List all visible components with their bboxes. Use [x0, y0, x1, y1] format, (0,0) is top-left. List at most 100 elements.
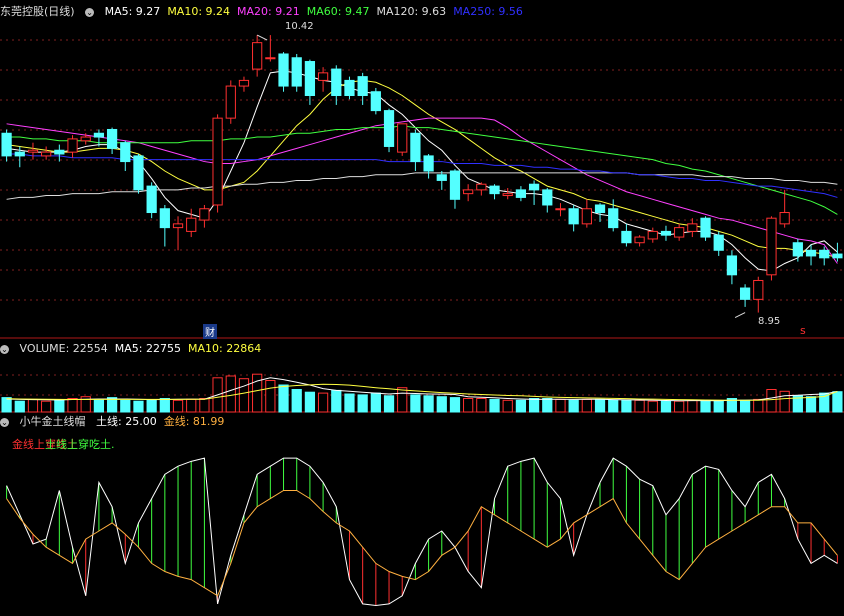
ma-legend: MA5: 9.27 MA10: 9.24 MA20: 9.21 MA60: 9.47 M… [105, 5, 530, 18]
candle-body [14, 151, 25, 157]
candle-body [463, 189, 474, 195]
volume-bar [172, 399, 184, 413]
volume-bar [581, 398, 592, 413]
candle-body [753, 279, 764, 300]
candle-body [726, 255, 738, 276]
candle-body [489, 185, 500, 195]
candle-body [792, 242, 803, 257]
candle-body [608, 208, 619, 229]
volume-bar [93, 398, 105, 413]
volume-panel-header: ⌄ VOLUME: 22554 MA5: 22755 MA10: 22864 [0, 341, 275, 357]
candle-body [93, 132, 105, 138]
indicator-label-0: 土线: 25.00 [96, 415, 157, 428]
volume-label-1: MA5: 22755 [114, 342, 181, 355]
ma-line-ma5 [6, 70, 838, 272]
ma-label-3: MA60: 9.47 [306, 5, 370, 18]
indicator-label-1: 金线: 81.99 [163, 415, 225, 428]
candle-body [331, 68, 342, 96]
collapse-icon[interactable]: ⌄ [85, 7, 95, 17]
candle-body [528, 183, 540, 191]
kline-chart[interactable] [0, 0, 844, 616]
indicator-collapse-icon[interactable]: ⌄ [0, 417, 9, 427]
candle-body [423, 155, 434, 172]
volume-ma10-line [6, 383, 838, 401]
volume-bar [186, 398, 197, 413]
candle-body [54, 149, 65, 155]
ma-label-4: MA120: 9.63 [376, 5, 447, 18]
volume-bar [739, 399, 751, 413]
volume-ma5-line [6, 377, 838, 402]
candle-body [647, 230, 658, 240]
indicator-name: 小牛金土线帽 [19, 415, 86, 428]
indicator-panel-header: ⌄ 小牛金土线帽 土线: 25.00 金线: 81.99 [0, 414, 238, 430]
volume-bar [317, 392, 329, 413]
volume-bar [489, 398, 500, 413]
candle-body [700, 217, 711, 238]
candle-body [436, 174, 447, 181]
volume-bar [14, 400, 25, 413]
candle-body [27, 149, 39, 153]
ma-line-ma20 [6, 117, 838, 264]
candle-body [555, 208, 566, 211]
volume-bar [54, 399, 65, 413]
candle-body [370, 91, 381, 112]
ma-label-5: MA250: 9.56 [453, 5, 523, 18]
low-price-label: 8.95 [758, 316, 781, 327]
volume-bar [766, 389, 777, 413]
volume-bar [674, 400, 685, 413]
candle-body [805, 249, 817, 257]
candle-body [502, 193, 513, 197]
volume-bar [753, 398, 764, 413]
candle-body [41, 151, 52, 157]
candle-body [476, 183, 487, 191]
finance-badge[interactable]: 财 [203, 324, 217, 339]
volume-bar [832, 391, 843, 413]
candle-body [568, 208, 579, 225]
main-panel-header: 东莞控股(日线) ⌄ MA5: 9.27 MA10: 9.24 MA20: 9.21… [0, 4, 537, 20]
candle-body [397, 123, 408, 153]
candle-body [383, 110, 395, 147]
volume-bar [383, 395, 395, 413]
volume-bar [687, 399, 698, 413]
candle-body [739, 287, 751, 300]
volume-bar [528, 398, 540, 413]
low-marker-line [734, 312, 746, 319]
candle-body [410, 132, 421, 163]
volume-bar [542, 398, 553, 413]
candle-body [225, 85, 236, 119]
volume-bar [199, 398, 210, 413]
volume-bar [146, 399, 157, 413]
candle-body [80, 136, 91, 142]
candle-body [304, 61, 316, 96]
candle-body [199, 208, 210, 221]
candle-body [317, 72, 329, 81]
volume-bar [225, 375, 236, 413]
volume-bar [410, 394, 421, 413]
volume-bar [357, 394, 368, 413]
candle-body [265, 57, 276, 60]
high-marker-line [256, 34, 268, 41]
volume-bar [449, 397, 461, 413]
volume-bar [713, 400, 724, 413]
volume-bar [436, 396, 447, 413]
volume-bar [805, 396, 817, 413]
candle-body [542, 189, 553, 206]
ma-label-2: MA20: 9.21 [237, 5, 300, 18]
volume-bar [779, 390, 790, 413]
ma-line-ma10 [6, 79, 838, 259]
volume-bar [278, 384, 289, 413]
signal-labels: 金线上穿吃土土线上穿吃土. [12, 436, 115, 452]
candle-body [449, 170, 461, 200]
candle-body [344, 79, 355, 97]
indicator-white-line [6, 457, 838, 607]
indicator-legend: 土线: 25.00 金线: 81.99 [96, 415, 231, 428]
candle-body [766, 217, 777, 276]
s-marker-icon[interactable]: s [800, 324, 806, 337]
ma-label-0: MA5: 9.27 [104, 5, 161, 18]
volume-collapse-icon[interactable]: ⌄ [0, 344, 9, 354]
volume-bar [515, 399, 527, 413]
volume-bar [265, 380, 276, 413]
volume-legend: VOLUME: 22554 MA5: 22755 MA10: 22864 [20, 342, 269, 355]
volume-bar [41, 400, 52, 413]
candle-body [713, 234, 724, 251]
